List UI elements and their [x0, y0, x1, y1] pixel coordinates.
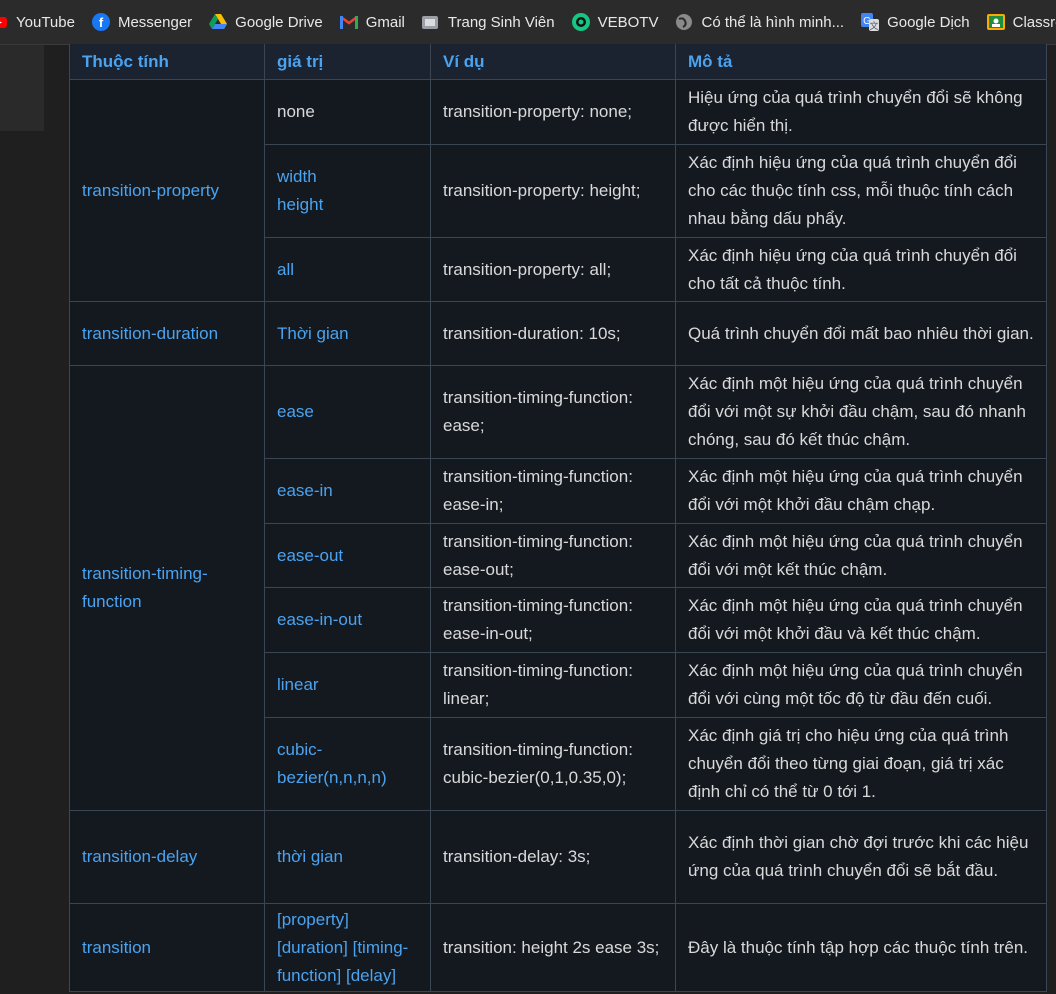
description: Xác định hiệu ứng của quá trình chuyển đ… [675, 144, 1047, 238]
description: Xác định một hiệu ứng của quá trình chuy… [675, 365, 1047, 459]
bookmarks-bar: YouTube f Messenger Google Drive Gmail Trang … [0, 0, 1056, 45]
bookmark-youtube[interactable]: YouTube [0, 0, 84, 44]
property-name: transition-delay [69, 810, 265, 904]
property-value: ease-in-out [264, 587, 431, 653]
bookmark-label: Trang Sinh Viên [447, 13, 555, 31]
property-value: ease-in [264, 458, 431, 524]
property-name: transition-property [69, 79, 265, 302]
property-value: ease-out [264, 523, 431, 588]
example-code: transition-timing-function: ease-in; [430, 458, 676, 524]
description: Xác định một hiệu ứng của quá trình chuy… [675, 523, 1047, 588]
example-code: transition-property: none; [430, 79, 676, 145]
bookmark-google-drive[interactable]: Google Drive [201, 0, 332, 44]
description: Xác định thời gian chờ đợi trước khi các… [675, 810, 1047, 904]
description: Xác định một hiệu ứng của quá trình chuy… [675, 652, 1047, 718]
example-code: transition-delay: 3s; [430, 810, 676, 904]
table-row: transition-timing-function ease transition… [69, 365, 1047, 811]
bookmark-trang-sinh-vi-n[interactable]: Trang Sinh Viên [414, 0, 564, 44]
property-value: width height [264, 144, 431, 238]
property-name: transition-timing-function [69, 365, 265, 811]
table-row: transition-duration Thời gian transition-d… [69, 301, 1047, 366]
table-row: transition [property] [duration] [timing-… [69, 903, 1047, 992]
description: Xác định một hiệu ứng của quá trình chuy… [675, 587, 1047, 653]
property-value: Thời gian [264, 301, 431, 366]
table-header-row: Thuộc tính giá trị Ví dụ Mô tả [69, 44, 1047, 80]
example-code: transition-timing-function: ease-in-out; [430, 587, 676, 653]
example-code: transition-property: all; [430, 237, 676, 302]
example-code: transition-timing-function: ease; [430, 365, 676, 459]
example-code: transition-timing-function: ease-out; [430, 523, 676, 588]
bookmark-vebotv[interactable]: VEBOTV [564, 0, 668, 44]
property-value: cubic-bezier(n,n,n,n) [264, 717, 431, 811]
svg-text:文: 文 [870, 20, 879, 31]
bookmark-label: Classro [1012, 13, 1056, 31]
transition-properties-table-container: Thuộc tính giá trị Ví dụ Mô tả transitio… [69, 44, 1047, 992]
header-description: Mô tả [675, 44, 1047, 80]
gmail-icon [339, 13, 358, 31]
property-value: none [264, 79, 431, 145]
youtube-icon [0, 13, 8, 31]
property-value: thời gian [264, 810, 431, 904]
header-example: Ví dụ [430, 44, 676, 80]
property-value: all [264, 237, 431, 302]
description: Hiệu ứng của quá trình chuyển đổi sẽ khô… [675, 79, 1047, 145]
google-translate-icon: G文 [861, 13, 880, 31]
property-value: ease [264, 365, 431, 459]
bookmark-c-th-l-h-nh-minh[interactable]: Có thể là hình minh... [667, 0, 853, 44]
example-code: transition-duration: 10s; [430, 301, 676, 366]
example-code: transition-property: height; [430, 144, 676, 238]
example-code: transition-timing-function: linear; [430, 652, 676, 718]
description: Quá trình chuyển đổi mất bao nhiêu thời … [675, 301, 1047, 366]
bookmark-label: Messenger [117, 13, 193, 31]
bookmark-label: Google Drive [235, 13, 323, 31]
globe-icon [675, 13, 693, 31]
property-name: transition-duration [69, 301, 265, 366]
example-code: transition: height 2s ease 3s; [430, 903, 676, 992]
bookmark-label: YouTube [16, 13, 75, 31]
property-name: transition [69, 903, 265, 992]
folder-icon [421, 13, 440, 31]
table-row: transition-delay thời gian transition-dela… [69, 810, 1047, 904]
bookmark-label: Gmail [365, 13, 405, 31]
messenger-icon: f [91, 13, 110, 31]
transition-properties-table: Thuộc tính giá trị Ví dụ Mô tả transitio… [69, 44, 1047, 992]
bookmark-label: VEBOTV [597, 13, 659, 31]
bookmark-label: Có thể là hình minh... [701, 13, 845, 31]
sidebar-panel [0, 45, 44, 131]
bookmark-google-d-ch[interactable]: G 文 Google Dịch [853, 0, 979, 44]
header-value: giá trị [264, 44, 431, 80]
description: Đây là thuộc tính tập hợp các thuộc tính… [675, 903, 1047, 992]
description: Xác định hiệu ứng của quá trình chuyển đ… [675, 237, 1047, 302]
header-property: Thuộc tính [69, 44, 265, 80]
vebotv-icon [571, 13, 590, 31]
bookmark-label: Google Dịch [887, 13, 970, 31]
bookmark-messenger[interactable]: f Messenger [84, 0, 201, 44]
description: Xác định giá trị cho hiệu ứng của quá tr… [675, 717, 1047, 811]
table-row: transition-property none transition-proper… [69, 79, 1047, 302]
property-value: [property] [duration] [timing-function] … [264, 903, 431, 992]
example-code: transition-timing-function: cubic-bezier… [430, 717, 676, 811]
description: Xác định một hiệu ứng của quá trình chuy… [675, 458, 1047, 524]
svg-text:f: f [99, 15, 104, 30]
bookmark-gmail[interactable]: Gmail [332, 0, 414, 44]
classroom-icon [986, 13, 1005, 31]
bookmark-classro[interactable]: Classro [979, 0, 1056, 44]
property-value: linear [264, 652, 431, 718]
google-drive-icon [209, 13, 228, 31]
